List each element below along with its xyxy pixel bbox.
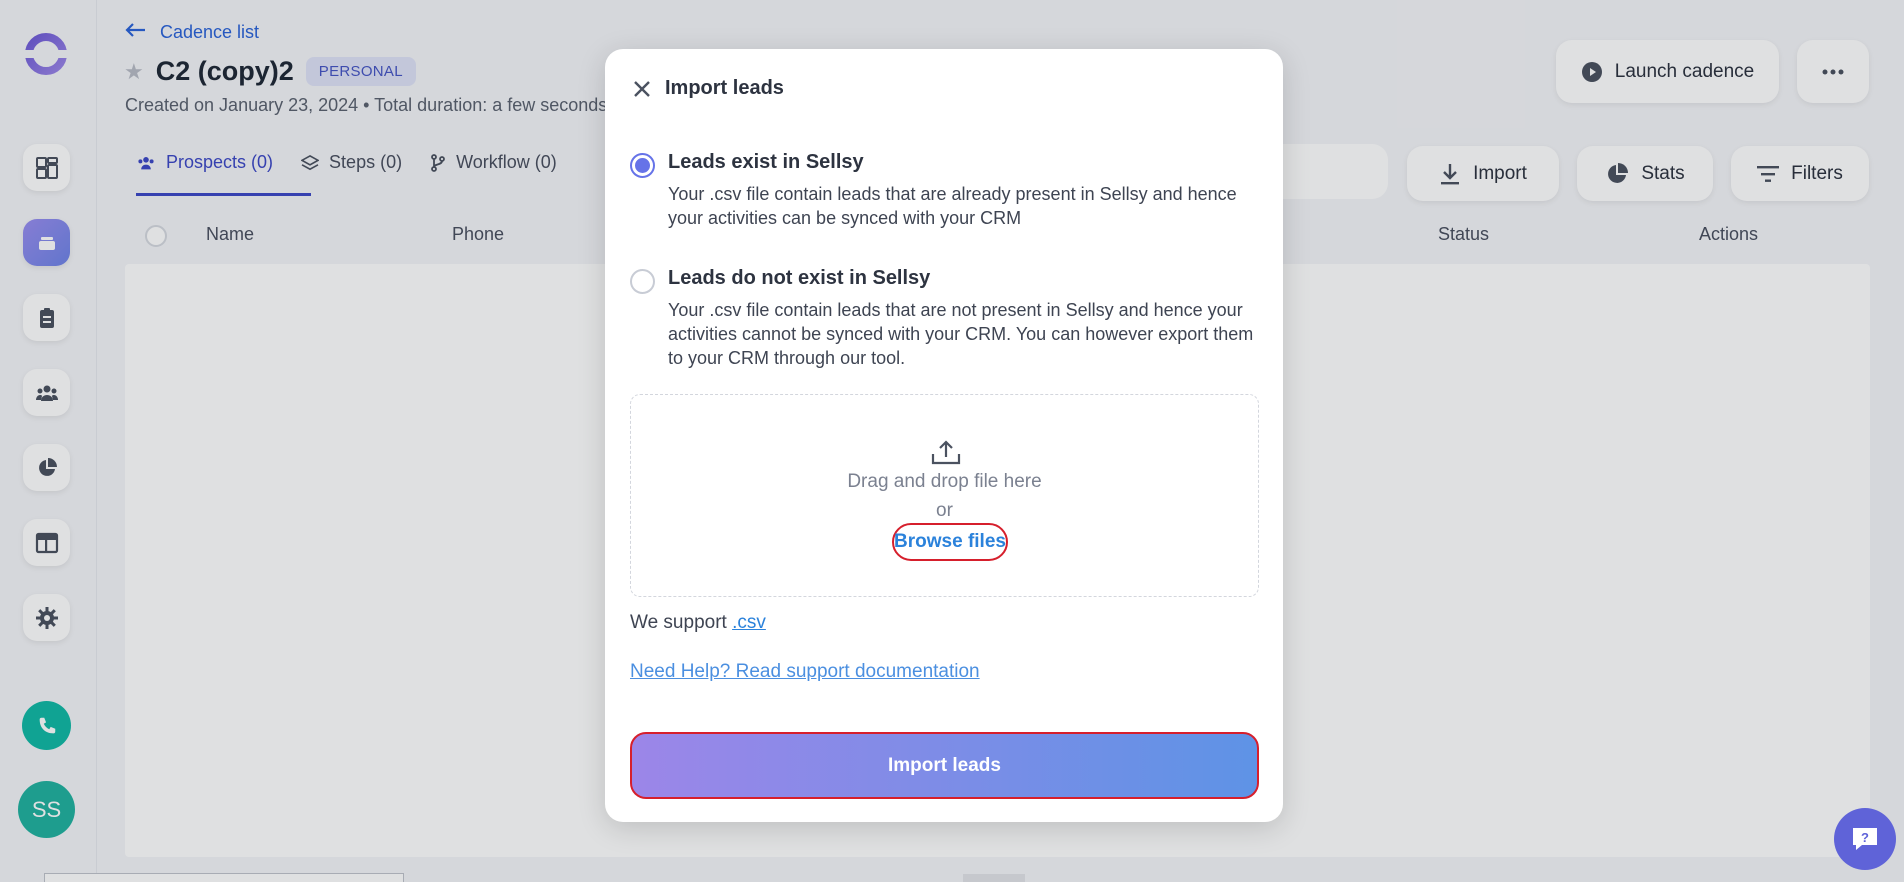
- import-leads-button[interactable]: Import leads: [630, 732, 1259, 799]
- support-prefix: We support: [630, 612, 727, 633]
- help-chat-button[interactable]: ?: [1834, 808, 1896, 870]
- option-leads-not-exist-title: Leads do not exist in Sellsy: [668, 267, 931, 289]
- option-leads-exist-title: Leads exist in Sellsy: [668, 151, 864, 173]
- upload-icon: [931, 440, 961, 465]
- modal-header: Import leads: [633, 77, 784, 100]
- radio-leads-not-exist[interactable]: [630, 269, 655, 294]
- option-leads-exist-description: Your .csv file contain leads that are al…: [668, 184, 1237, 228]
- dropzone-drag-text: Drag and drop file here: [847, 471, 1042, 492]
- file-dropzone[interactable]: Drag and drop file here or Browse files: [630, 394, 1259, 597]
- radio-leads-exist[interactable]: [630, 153, 655, 178]
- supported-formats: We support .csv: [630, 612, 766, 634]
- support-documentation-link[interactable]: Need Help? Read support documentation: [630, 661, 980, 683]
- option-leads-not-exist-description: Your .csv file contain leads that are no…: [668, 300, 1254, 368]
- dropzone-or-text: or: [936, 500, 953, 521]
- svg-text:?: ?: [1861, 830, 1869, 845]
- browse-files-button[interactable]: Browse files: [892, 523, 1008, 561]
- csv-format-link[interactable]: .csv: [732, 612, 766, 633]
- chat-help-icon: ?: [1853, 828, 1877, 850]
- modal-title: Import leads: [665, 77, 784, 99]
- close-icon[interactable]: [633, 80, 651, 98]
- import-leads-modal: Import leads Leads exist in Sellsy Your …: [605, 49, 1283, 822]
